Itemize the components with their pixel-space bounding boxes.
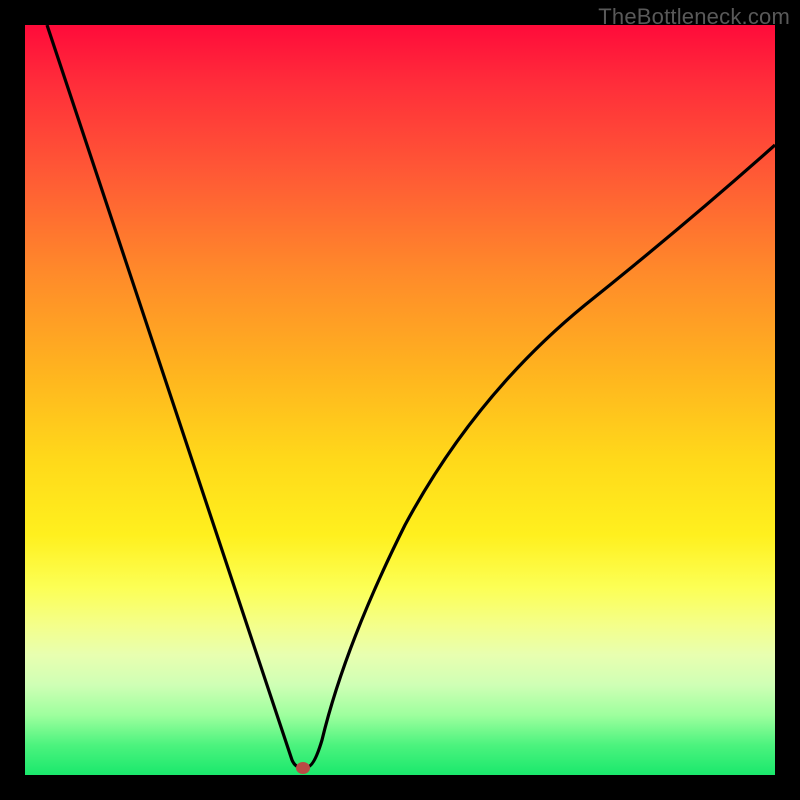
plot-area <box>25 25 775 775</box>
curve-svg <box>25 25 775 775</box>
minimum-marker <box>296 762 310 774</box>
chart-container: TheBottleneck.com <box>0 0 800 800</box>
bottleneck-curve <box>47 25 775 767</box>
